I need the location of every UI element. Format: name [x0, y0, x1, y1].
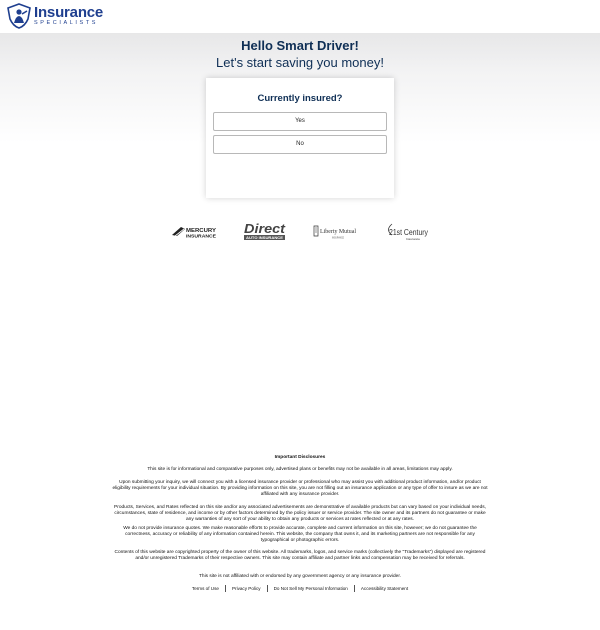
liberty-mutual-logo: Liberty Mutual INSURANCE [313, 225, 356, 240]
logo-tagline: SPECIALISTS [34, 20, 99, 27]
disclosure-paragraph: Contents of this website are copyrighted… [114, 550, 486, 561]
no-button[interactable]: No [213, 135, 387, 154]
liberty-logo-subtext: INSURANCE [332, 236, 344, 240]
direct-auto-logo: Direct AUTO INSURANCE [244, 221, 286, 240]
direct-logo-text: Direct [244, 221, 286, 236]
accessibility-statement-link[interactable]: Accessibility Statement [355, 586, 414, 591]
21st-century-logo: 21st Century Insurance [388, 223, 428, 241]
disclosure-paragraph: This site is for informational and compa… [147, 467, 453, 472]
disclosure-paragraph: This site is not affiliated with or endo… [198, 574, 402, 579]
page-subtitle: Let's start saving you money! [216, 55, 384, 70]
footer-links: Terms of Use Privacy Policy Do Not Sell … [0, 584, 600, 592]
century-logo-text: 21st Century [389, 228, 428, 237]
liberty-logo-text: Liberty Mutual [320, 228, 356, 235]
yes-button[interactable]: Yes [213, 112, 387, 131]
disclosures-title: Important Disclosures [274, 455, 326, 460]
partner-logos: MERCURY INSURANCE Direct AUTO INSURANCE … [0, 220, 600, 244]
question-label: Currently insured? [257, 93, 343, 104]
shield-logo-icon [7, 3, 31, 29]
mercury-insurance-logo: MERCURY INSURANCE [172, 227, 217, 239]
disclosure-paragraph: Upon submitting your inquiry, we will co… [112, 480, 488, 497]
terms-of-use-link[interactable]: Terms of Use [186, 586, 225, 591]
privacy-policy-link[interactable]: Privacy Policy [226, 586, 267, 591]
question-card: Currently insured? Yes No [206, 78, 394, 198]
century-logo-subtext: Insurance [406, 237, 420, 241]
header: Insurance SPECIALISTS [0, 0, 600, 33]
svg-text:INSURANCE: INSURANCE [186, 234, 216, 239]
disclosure-paragraph: We do not provide insurance quotes. We m… [123, 526, 477, 543]
page-title: Hello Smart Driver! [241, 38, 359, 53]
logo-wordmark: Insurance [34, 4, 104, 22]
disclosure-paragraph: Products, Services, and Rates reflected … [114, 505, 486, 522]
do-not-sell-link[interactable]: Do Not Sell My Personal Information [268, 586, 354, 591]
brand-logo[interactable]: Insurance SPECIALISTS [6, 3, 103, 29]
direct-logo-subtext: AUTO INSURANCE [246, 236, 284, 240]
